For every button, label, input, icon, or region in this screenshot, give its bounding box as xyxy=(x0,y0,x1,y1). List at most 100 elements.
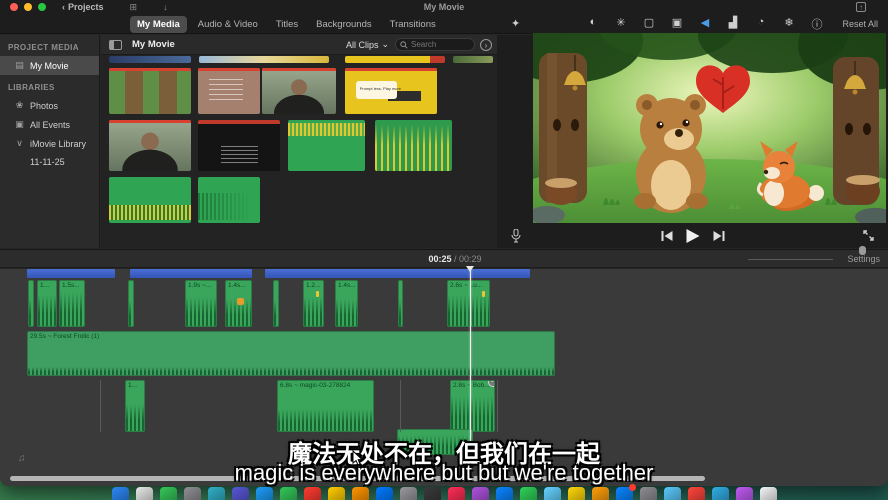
stabilization-icon[interactable]: ▣ xyxy=(669,16,685,29)
settings-button[interactable]: Settings xyxy=(847,254,880,264)
color-balance-icon[interactable]: ◐ xyxy=(585,16,601,28)
media-thumbnail[interactable] xyxy=(109,56,191,63)
sidebar-item-imovie-library[interactable]: ∨iMovie Library xyxy=(0,134,99,153)
color-correction-icon[interactable]: ✳ xyxy=(613,16,629,29)
reset-all-button[interactable]: Reset All xyxy=(842,19,878,29)
projects-back-button[interactable]: ‹ Projects xyxy=(62,2,104,12)
dock-app-icon[interactable] xyxy=(544,487,561,500)
dock-app-icon[interactable] xyxy=(352,487,369,500)
dock-app-icon[interactable] xyxy=(136,487,153,500)
timeline[interactable]: ♫ 1...1.5s...1.9s ~...1.4s...1.2...1.4s.… xyxy=(0,269,888,486)
timeline-clip[interactable]: 2.6s ~ Lu... xyxy=(447,280,490,327)
dock-app-icon[interactable] xyxy=(256,487,273,500)
timeline-clip[interactable] xyxy=(273,280,279,327)
skip-back-button[interactable] xyxy=(661,231,672,241)
dock-app-icon[interactable] xyxy=(664,487,681,500)
dock-app-icon[interactable] xyxy=(640,487,657,500)
media-thumbnail[interactable] xyxy=(109,68,191,114)
sidebar-toggle-icon[interactable] xyxy=(109,40,122,50)
dock-app-icon[interactable] xyxy=(760,487,777,500)
download-icon[interactable]: ↓ xyxy=(163,2,168,12)
dock-app-icon[interactable] xyxy=(568,487,585,500)
media-thumbnail[interactable] xyxy=(109,177,191,223)
dock-app-icon[interactable] xyxy=(520,487,537,500)
auto-enhance-icon[interactable]: ✦ xyxy=(511,17,520,30)
dock-app-icon[interactable] xyxy=(472,487,489,500)
tab-audio-video[interactable]: Audio & Video xyxy=(191,16,265,33)
timeline-video-bar[interactable] xyxy=(265,269,530,278)
fullscreen-icon[interactable] xyxy=(863,230,874,241)
media-thumbnail[interactable] xyxy=(375,120,452,171)
search-input[interactable]: Search xyxy=(395,38,475,51)
timeline-clip[interactable]: 1.9s ~... xyxy=(185,280,217,327)
sidebar-item-all-events[interactable]: ▣All Events xyxy=(0,115,99,134)
dock-app-icon[interactable] xyxy=(424,487,441,500)
dock-app-icon[interactable] xyxy=(496,487,513,500)
media-thumbnail[interactable] xyxy=(198,177,260,223)
tab-backgrounds[interactable]: Backgrounds xyxy=(309,16,378,33)
sidebar-item-my-movie[interactable]: ▤My Movie xyxy=(0,56,99,75)
timeline-clip[interactable]: 29.5s ~ Forest Frolic (1) xyxy=(27,331,555,376)
timeline-clip[interactable]: 1... xyxy=(125,380,145,432)
dock-app-icon[interactable] xyxy=(592,487,609,500)
dock-app-icon[interactable] xyxy=(208,487,225,500)
playhead-handle[interactable] xyxy=(466,266,474,272)
sidebar-item-photos[interactable]: ❀Photos xyxy=(0,96,99,115)
dock-app-icon[interactable] xyxy=(712,487,729,500)
import-media-icon[interactable]: ⊞ xyxy=(130,2,138,13)
media-thumbnail[interactable] xyxy=(198,120,280,171)
timeline-scrollbar[interactable] xyxy=(10,476,705,481)
tab-my-media[interactable]: My Media xyxy=(130,16,187,33)
speed-icon[interactable]: ◔ xyxy=(753,16,769,28)
noise-reduction-icon[interactable]: ▟ xyxy=(725,16,741,29)
clip-close-icon[interactable]: × xyxy=(488,380,495,387)
timeline-clip[interactable]: 1.2... xyxy=(303,280,324,327)
voiceover-mic-icon[interactable] xyxy=(511,229,521,243)
dock-app-icon[interactable] xyxy=(328,487,345,500)
media-thumbnail[interactable] xyxy=(262,68,336,114)
dock-app-icon[interactable] xyxy=(184,487,201,500)
dock-app-icon[interactable] xyxy=(232,487,249,500)
dock-app-icon[interactable] xyxy=(736,487,753,500)
timeline-video-bar[interactable] xyxy=(130,269,252,278)
minimize-window-button[interactable] xyxy=(24,3,32,11)
close-window-button[interactable] xyxy=(10,3,18,11)
play-button[interactable] xyxy=(686,229,699,243)
timeline-clip[interactable]: 6.8s ~ magic-03-278824 xyxy=(277,380,374,432)
volume-icon[interactable]: ◀ xyxy=(697,16,713,29)
media-thumbnail[interactable] xyxy=(345,56,445,63)
timeline-clip[interactable]: 1.5s... xyxy=(59,280,85,327)
info-icon[interactable]: ⓘ xyxy=(809,16,825,32)
advanced-filter-icon[interactable]: › xyxy=(480,39,492,51)
crop-icon[interactable]: ▢ xyxy=(641,16,657,29)
media-thumbnail[interactable] xyxy=(109,120,191,171)
timeline-clip[interactable]: 1.4s... xyxy=(225,280,252,327)
dock-app-icon[interactable] xyxy=(400,487,417,500)
media-thumbnail[interactable] xyxy=(453,56,493,63)
skip-forward-button[interactable] xyxy=(713,231,724,241)
timeline-clip[interactable] xyxy=(28,280,34,327)
playhead[interactable] xyxy=(470,268,471,462)
timeline-zoom-slider[interactable] xyxy=(748,259,833,260)
timeline-clip[interactable] xyxy=(397,429,473,455)
dock-app-icon[interactable] xyxy=(304,487,321,500)
share-icon[interactable]: ↑ xyxy=(856,2,866,12)
zoom-window-button[interactable] xyxy=(38,3,46,11)
timeline-clip[interactable] xyxy=(398,280,403,327)
dock-app-icon[interactable] xyxy=(160,487,177,500)
tab-transitions[interactable]: Transitions xyxy=(383,16,443,33)
media-thumbnail[interactable] xyxy=(288,120,365,171)
dock-app-icon[interactable] xyxy=(688,487,705,500)
timeline-clip[interactable] xyxy=(128,280,134,327)
dock-app-icon[interactable] xyxy=(112,487,129,500)
timeline-clip[interactable]: 1.4s... xyxy=(335,280,358,327)
dock-app-icon[interactable] xyxy=(616,487,633,500)
timeline-clip[interactable]: 1... xyxy=(37,280,57,327)
sidebar-item-11-11-25[interactable]: 11-11-25 xyxy=(0,153,99,171)
dock-app-icon[interactable] xyxy=(280,487,297,500)
tab-titles[interactable]: Titles xyxy=(269,16,305,33)
all-clips-filter[interactable]: All Clips⌄ xyxy=(346,39,389,50)
media-thumbnail[interactable]: Prompt less. Play more xyxy=(345,68,437,114)
media-thumbnail[interactable] xyxy=(198,68,260,114)
preview-viewer[interactable] xyxy=(533,33,886,223)
